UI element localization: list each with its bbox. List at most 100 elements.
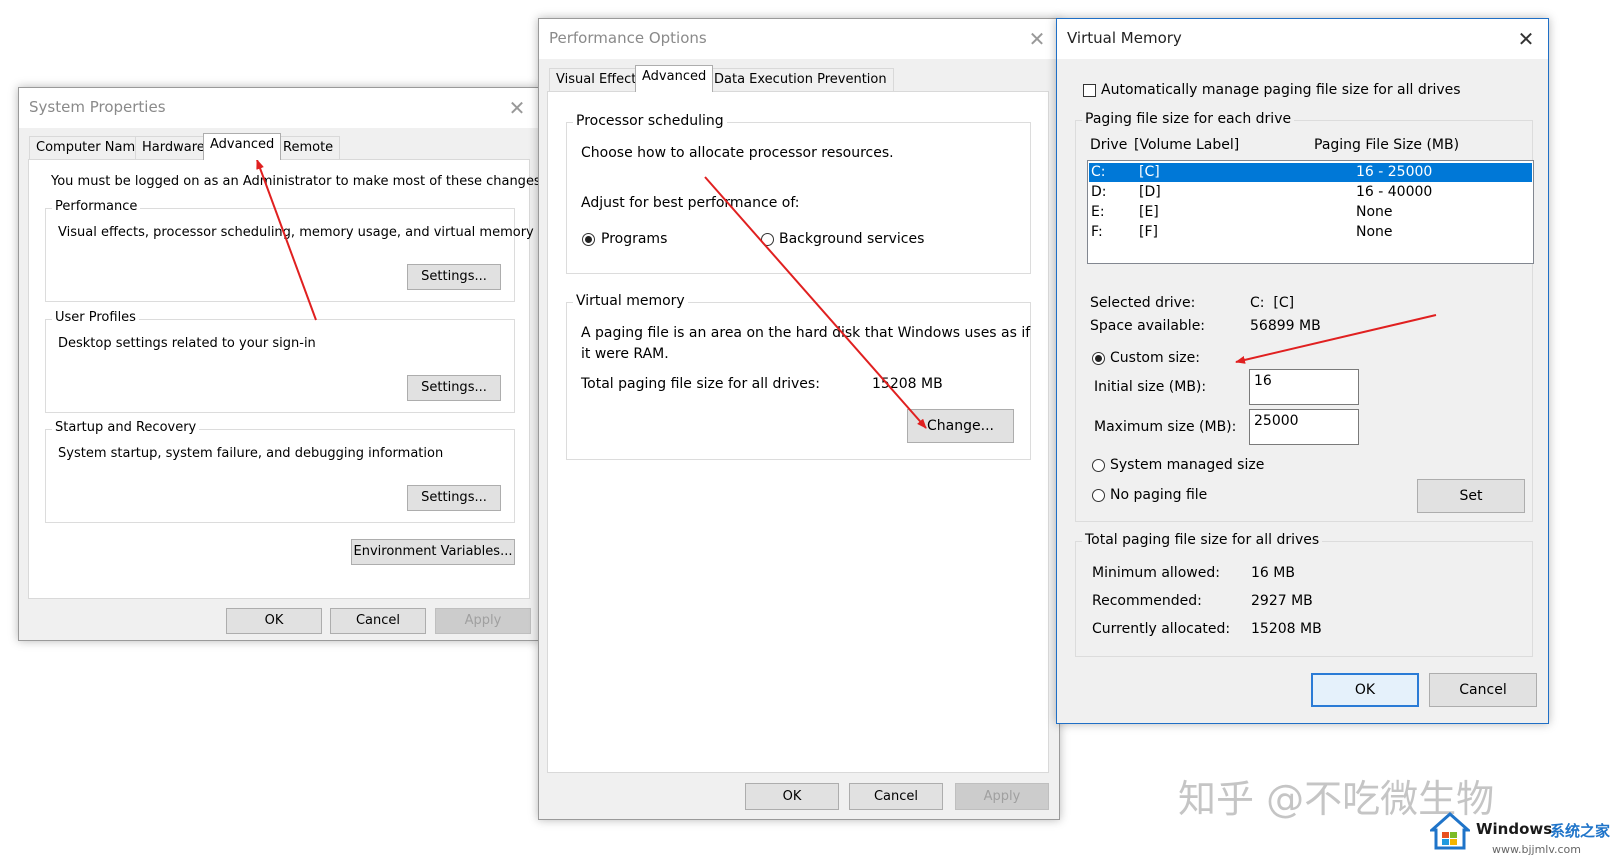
virtual-memory-window: Virtual Memory ✕ Automatically manage pa… [1056,18,1549,724]
system-managed-label[interactable]: System managed size [1110,457,1264,473]
title-bar[interactable]: Performance Options ✕ [539,19,1059,59]
minimum-allowed-label: Minimum allowed: [1092,565,1220,581]
cancel-button[interactable]: Cancel [1429,673,1537,707]
currently-allocated-label: Currently allocated: [1092,621,1231,637]
drive-letter: F: [1091,224,1103,240]
drive-list[interactable]: C: [C] 16 - 25000 D: [D] 16 - 40000 E: [… [1087,160,1534,264]
tab-page-advanced: You must be logged on as an Administrato… [28,159,545,599]
apply-button[interactable]: Apply [435,608,531,634]
no-paging-label[interactable]: No paging file [1110,487,1207,503]
window-title: System Properties [29,98,166,116]
drive-paging-size: None [1356,204,1393,220]
maximum-size-input[interactable]: 25000 [1249,409,1359,445]
space-available-value: 56899 MB [1250,318,1321,334]
user-profiles-group: User Profiles Desktop settings related t… [45,310,515,413]
ok-button[interactable]: OK [745,783,839,810]
apply-button[interactable]: Apply [955,783,1049,810]
drive-volume-label: [D] [1139,184,1161,200]
paging-description-line2: it were RAM. [581,346,669,362]
custom-size-radio[interactable] [1092,352,1105,365]
performance-legend: Performance [52,199,141,214]
environment-variables-button[interactable]: Environment Variables... [351,539,515,565]
processor-description: Choose how to allocate processor resourc… [581,145,894,161]
auto-manage-checkbox[interactable] [1083,84,1096,97]
recommended-value: 2927 MB [1251,593,1313,609]
close-icon[interactable]: ✕ [501,92,533,124]
no-paging-radio[interactable] [1092,489,1105,502]
change-button[interactable]: Change... [907,409,1014,443]
tab-advanced[interactable]: Advanced [203,133,282,160]
drive-volume-label: [F] [1139,224,1158,240]
drive-paging-size: 16 - 25000 [1356,164,1433,180]
column-volume-label-header: [Volume Label] [1134,137,1240,153]
cancel-button[interactable]: Cancel [330,608,426,634]
column-drive-header: Drive [1090,137,1128,153]
close-icon[interactable]: ✕ [1510,23,1542,55]
drive-row-e[interactable]: E: [E] None [1089,203,1532,222]
initial-size-input[interactable]: 16 [1249,369,1359,405]
startup-recovery-settings-button[interactable]: Settings... [407,485,501,511]
startup-recovery-description: System startup, system failure, and debu… [58,446,444,461]
maximum-size-label: Maximum size (MB): [1094,419,1237,435]
custom-size-label[interactable]: Custom size: [1110,350,1200,366]
user-profiles-description: Desktop settings related to your sign-in [58,336,316,351]
tab-computer-name[interactable]: Computer Name [29,136,151,160]
drive-volume-label: [C] [1139,164,1160,180]
ok-button[interactable]: OK [1311,673,1419,707]
user-profiles-settings-button[interactable]: Settings... [407,375,501,401]
recommended-label: Recommended: [1092,593,1202,609]
title-bar[interactable]: Virtual Memory ✕ [1057,19,1548,59]
each-drive-legend: Paging file size for each drive [1082,111,1295,127]
background-services-radio[interactable] [761,233,774,246]
drive-row-f[interactable]: F: [F] None [1089,223,1532,242]
processor-scheduling-group: Processor scheduling Choose how to alloc… [566,113,1031,274]
virtual-memory-group: Virtual memory A paging file is an area … [566,293,1031,460]
tab-page-advanced: Processor scheduling Choose how to alloc… [547,91,1049,773]
virtual-memory-legend: Virtual memory [573,293,688,309]
drive-row-d[interactable]: D: [D] 16 - 40000 [1089,183,1532,202]
tab-advanced[interactable]: Advanced [635,65,714,92]
totals-legend: Total paging file size for all drives [1082,532,1323,548]
performance-settings-button[interactable]: Settings... [407,264,501,290]
windows-logo-icon [1428,811,1472,852]
tab-remote[interactable]: Remote [276,136,341,160]
space-available-label: Space available: [1090,318,1206,334]
selected-drive-label: Selected drive: [1090,295,1196,311]
totals-group: Total paging file size for all drives Mi… [1075,532,1533,657]
drive-paging-size: None [1356,224,1393,240]
set-button[interactable]: Set [1417,479,1525,513]
windows-watermark-text: Windows [1476,820,1553,838]
processor-scheduling-legend: Processor scheduling [573,113,727,129]
selected-drive-value: C: [C] [1250,295,1295,311]
background-services-label[interactable]: Background services [779,231,924,247]
drive-letter: C: [1091,164,1106,180]
total-paging-label: Total paging file size for all drives: [581,376,820,392]
performance-group: Performance Visual effects, processor sc… [45,199,534,302]
performance-description: Visual effects, processor scheduling, me… [58,225,534,240]
cancel-button[interactable]: Cancel [849,783,943,810]
drive-row-c[interactable]: C: [C] 16 - 25000 [1089,163,1532,182]
window-title: Performance Options [549,29,707,47]
title-bar[interactable]: System Properties ✕ [19,88,539,128]
watermark-url: www.bjjmlv.com [1492,843,1581,856]
programs-label[interactable]: Programs [601,231,667,247]
system-managed-radio[interactable] [1092,459,1105,472]
tab-hardware[interactable]: Hardware [135,136,212,160]
minimum-allowed-value: 16 MB [1251,565,1295,581]
startup-recovery-group: Startup and Recovery System startup, sys… [45,420,515,523]
tab-data-execution-prevention[interactable]: Data Execution Prevention [707,68,894,92]
drive-letter: E: [1091,204,1105,220]
performance-options-window: Performance Options ✕ Visual Effects Adv… [538,18,1060,820]
total-paging-value: 15208 MB [872,376,943,392]
auto-manage-label[interactable]: Automatically manage paging file size fo… [1101,82,1461,98]
currently-allocated-value: 15208 MB [1251,621,1322,637]
initial-size-label: Initial size (MB): [1094,379,1207,395]
ok-button[interactable]: OK [226,608,322,634]
window-title: Virtual Memory [1067,29,1182,47]
close-icon[interactable]: ✕ [1021,23,1053,55]
windows-watermark-cn: 系统之家 [1550,822,1611,840]
programs-radio[interactable] [582,233,595,246]
admin-note: You must be logged on as an Administrato… [51,174,545,189]
drive-paging-size: 16 - 40000 [1356,184,1433,200]
paging-description-line1: A paging file is an area on the hard dis… [581,325,1031,341]
